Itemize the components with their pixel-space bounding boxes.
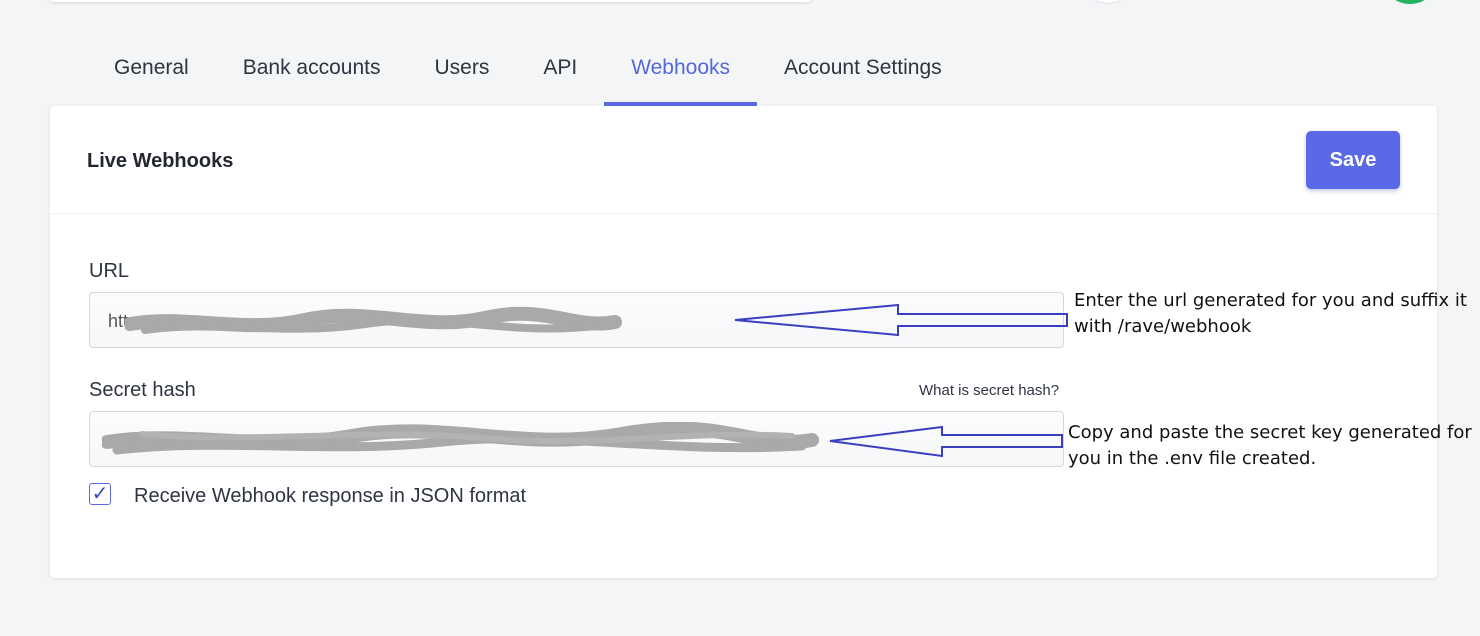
tab-webhooks[interactable]: Webhooks	[604, 36, 757, 106]
avatar[interactable]	[1086, 0, 1130, 4]
secret-annotation-line-1: Copy and paste the secret key generated …	[1068, 422, 1472, 443]
card-header: Live Webhooks Save	[50, 106, 1437, 214]
tab-users[interactable]: Users	[407, 36, 516, 106]
json-format-checkbox[interactable]: ✓	[89, 483, 111, 505]
status-indicator	[1390, 0, 1430, 4]
secret-arrow-annotation	[829, 425, 1063, 458]
save-button[interactable]: Save	[1306, 131, 1400, 189]
secret-annotation-line-2: you in the .env file created.	[1068, 448, 1317, 469]
url-arrow-annotation	[734, 303, 1068, 337]
url-annotation-text: Enter the url generated for you and suff…	[1074, 288, 1467, 340]
tab-api[interactable]: API	[516, 36, 604, 106]
webhooks-card: Live Webhooks Save URL http Secret hash …	[50, 106, 1437, 578]
url-annotation-line-1: Enter the url generated for you and suff…	[1074, 290, 1467, 311]
url-annotation-line-2: with /rave/webhook	[1074, 316, 1252, 337]
top-bar-card	[48, 0, 813, 2]
tab-account-settings[interactable]: Account Settings	[757, 36, 969, 106]
card-title: Live Webhooks	[87, 150, 234, 172]
json-format-label: Receive Webhook response in JSON format	[134, 485, 527, 507]
secret-hash-help-link[interactable]: What is secret hash?	[919, 382, 1059, 399]
settings-tabs: General Bank accounts Users API Webhooks…	[87, 36, 969, 106]
tab-general[interactable]: General	[87, 36, 216, 106]
url-input-value: http	[108, 311, 139, 331]
url-label: URL	[89, 260, 130, 282]
tab-bank-accounts[interactable]: Bank accounts	[216, 36, 408, 106]
secret-annotation-text: Copy and paste the secret key generated …	[1068, 420, 1472, 472]
secret-hash-label: Secret hash	[89, 379, 196, 401]
